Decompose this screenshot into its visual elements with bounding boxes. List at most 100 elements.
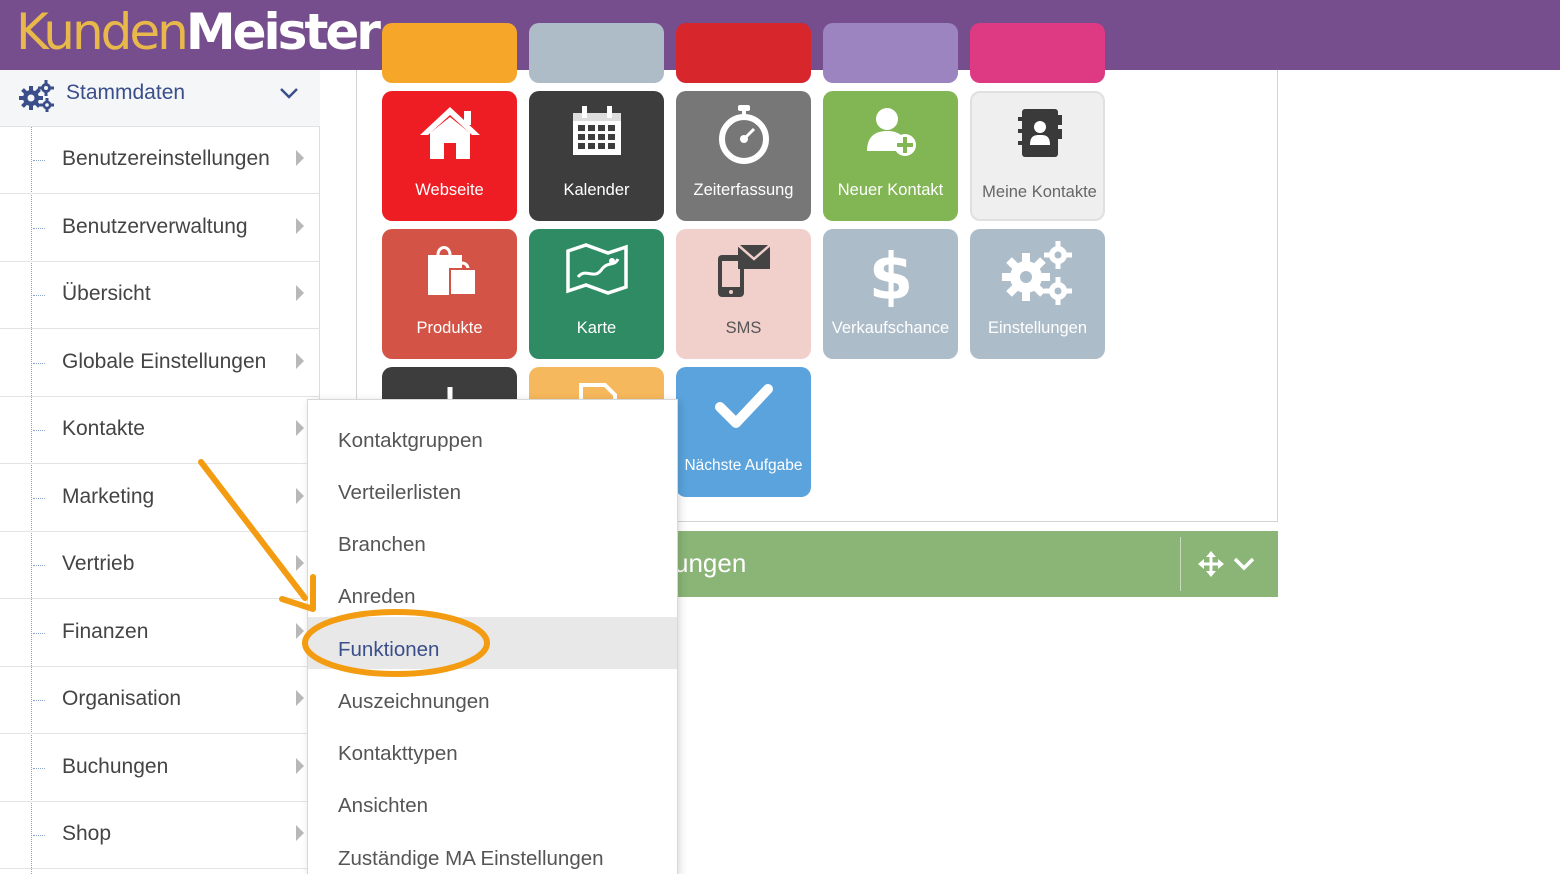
calendar-icon: [529, 103, 664, 175]
sidebar-item-shop[interactable]: Shop: [0, 802, 320, 869]
tile-kalender[interactable]: Kalender: [529, 91, 664, 221]
tile-label: Produkte: [416, 319, 483, 337]
sidebar-item-vertrieb[interactable]: Vertrieb: [0, 532, 320, 599]
sidebar-item-label: Vertrieb: [62, 552, 135, 575]
tile-partial-pink[interactable]: [970, 23, 1105, 83]
menu-item-anreden[interactable]: Anreden: [308, 564, 677, 616]
app-logo[interactable]: KundenMeister: [16, 2, 381, 62]
menu-item-branchen[interactable]: Branchen: [308, 512, 677, 564]
sms-icon: [676, 241, 811, 313]
tile-karte[interactable]: Karte: [529, 229, 664, 359]
menu-item-label: Funktionen: [338, 638, 440, 661]
sidebar-item-finanzen[interactable]: Finanzen: [0, 600, 320, 667]
sidebar-item-label: Benutzereinstellungen: [62, 147, 270, 170]
kontakte-submenu: Kontaktgruppen Verteilerlisten Branchen …: [307, 399, 678, 874]
menu-item-label: Anreden: [338, 585, 416, 608]
address-book-icon: [972, 105, 1103, 177]
gears-icon: [970, 241, 1105, 313]
menu-item-auszeichnungen[interactable]: Auszeichnungen: [308, 669, 677, 721]
caret-right-icon: [296, 825, 304, 841]
home-icon: [382, 103, 517, 175]
gears-icon: [19, 80, 55, 112]
caret-right-icon: [296, 353, 304, 369]
sidebar-item-label: Finanzen: [62, 620, 149, 643]
shopping-bags-icon: [382, 241, 517, 313]
logo-part-meister: Meister: [185, 3, 381, 61]
caret-right-icon: [296, 488, 304, 504]
map-icon: [529, 241, 664, 313]
tree-connector: [33, 700, 45, 701]
menu-item-ansichten[interactable]: Ansichten: [308, 773, 677, 825]
tile-label: Verkaufschance: [831, 319, 950, 337]
sidebar-item-kontakte[interactable]: Kontakte: [0, 397, 320, 464]
tile-partial-orange[interactable]: [382, 23, 517, 83]
tree-connector: [33, 295, 45, 296]
tile-produkte[interactable]: Produkte: [382, 229, 517, 359]
svg-text:$: $: [868, 241, 913, 307]
widget-title: ungen: [674, 548, 747, 578]
tile-neuer-kontakt[interactable]: Neuer Kontakt: [823, 91, 958, 221]
sidebar-item-label: Übersicht: [62, 282, 151, 305]
stopwatch-icon: [676, 103, 811, 175]
tree-connector: [33, 633, 45, 634]
sidebar-item-label: Marketing: [62, 485, 155, 508]
tree-connector: [33, 565, 45, 566]
tile-partial-red[interactable]: [676, 23, 811, 83]
sidebar-item-label: Benutzerverwaltung: [62, 215, 248, 238]
tile-sms[interactable]: SMS: [676, 229, 811, 359]
sidebar-item-globale-einstellungen[interactable]: Globale Einstellungen: [0, 330, 320, 397]
move-icon[interactable]: [1198, 551, 1224, 577]
chevron-down-icon[interactable]: [1232, 555, 1256, 573]
divider: [1180, 537, 1181, 591]
sidebar-item-label: Kontakte: [62, 417, 145, 440]
tree-connector: [33, 768, 45, 769]
menu-item-label: Kontaktgruppen: [338, 429, 483, 452]
tile-webseite[interactable]: Webseite: [382, 91, 517, 221]
tile-label: Webseite: [415, 181, 484, 199]
tree-connector: [33, 430, 45, 431]
menu-item-kontakttypen[interactable]: Kontakttypen: [308, 721, 677, 773]
tile-verkaufschance[interactable]: $ Verkaufschance: [823, 229, 958, 359]
menu-item-label: Branchen: [338, 533, 426, 556]
menu-item-zustaendige-ma-einstellungen[interactable]: Zuständige MA Einstellungen: [308, 826, 677, 874]
check-icon: [676, 379, 811, 451]
tile-partial-grey[interactable]: [529, 23, 664, 83]
caret-right-icon: [296, 555, 304, 571]
sidebar-section-label: Stammdaten: [66, 81, 186, 104]
tile-label: Neuer Kontakt: [837, 181, 944, 199]
sidebar-item-organisation[interactable]: Organisation: [0, 667, 320, 734]
tile-partial-purple[interactable]: [823, 23, 958, 83]
menu-item-verteilerlisten[interactable]: Verteilerlisten: [308, 460, 677, 512]
tree-connector: [33, 160, 45, 161]
tile-naechste-aufgabe[interactable]: Nächste Aufgabe: [676, 367, 811, 497]
menu-item-funktionen[interactable]: Funktionen: [308, 617, 677, 669]
tile-label: SMS: [725, 319, 762, 337]
tile-zeiterfassung[interactable]: Zeiterfassung: [676, 91, 811, 221]
tile-einstellungen[interactable]: Einstellungen: [970, 229, 1105, 359]
sidebar-item-uebersicht[interactable]: Übersicht: [0, 262, 320, 329]
sidebar-item-label: Buchungen: [62, 755, 169, 778]
sidebar-item-label: Organisation: [62, 687, 182, 710]
menu-item-label: Kontakttypen: [338, 742, 458, 765]
tile-label: Einstellungen: [987, 319, 1088, 337]
tile-label: Zeiterfassung: [693, 181, 794, 199]
menu-item-label: Ansichten: [338, 794, 429, 817]
menu-item-label: Verteilerlisten: [338, 481, 462, 504]
logo-part-kunden: Kunden: [16, 3, 189, 61]
tree-connector: [33, 228, 45, 229]
menu-item-kontaktgruppen[interactable]: Kontaktgruppen: [308, 408, 677, 460]
sidebar-item-buchungen[interactable]: Buchungen: [0, 735, 320, 802]
sidebar-item-benutzereinstellungen[interactable]: Benutzereinstellungen: [0, 127, 320, 194]
sidebar-item-benutzerverwaltung[interactable]: Benutzerverwaltung: [0, 195, 320, 262]
sidebar-item-marketing[interactable]: Marketing: [0, 465, 320, 532]
sidebar-section-stammdaten[interactable]: Stammdaten: [0, 70, 320, 127]
tile-label: Karte: [576, 319, 617, 337]
sidebar-item-label: Shop: [62, 822, 112, 845]
tile-meine-kontakte[interactable]: Meine Kontakte: [970, 91, 1105, 221]
caret-right-icon: [296, 150, 304, 166]
sidebar: Stammdaten Benutzereinstellungen Benutze…: [0, 70, 320, 874]
chevron-down-icon[interactable]: [278, 84, 300, 102]
tile-label: Nächste Aufgabe: [684, 457, 803, 474]
dollar-icon: $: [823, 241, 958, 313]
add-user-icon: [823, 103, 958, 175]
